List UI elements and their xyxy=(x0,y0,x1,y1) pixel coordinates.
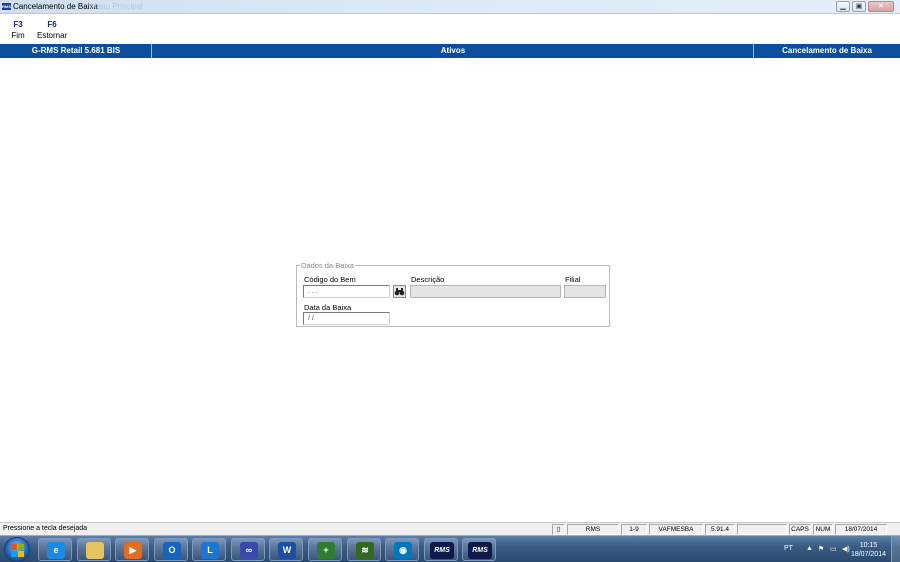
clock-time: 10:15 xyxy=(859,542,878,549)
app-green-stack-icon: ≋ xyxy=(356,542,374,559)
language-indicator[interactable]: PT xyxy=(784,545,793,552)
taskbar-media-player-button[interactable]: ▶ xyxy=(115,538,149,561)
close-button[interactable]: ✕ xyxy=(868,1,894,12)
status-panel-system: RMS xyxy=(567,524,619,535)
status-panel-caps: CAPS xyxy=(789,524,811,535)
taskbar-internet-explorer-button[interactable]: e xyxy=(38,538,72,561)
taskbar-rms-1-button[interactable]: RMS xyxy=(424,538,458,561)
file-explorer-icon xyxy=(86,542,104,559)
taskbar-file-explorer-button[interactable] xyxy=(77,538,111,561)
restore-button[interactable]: ▣ xyxy=(852,1,866,12)
outlook-icon: O xyxy=(163,542,181,559)
binoculars-icon xyxy=(394,288,405,296)
data-da-baixa-input[interactable]: / / xyxy=(303,312,390,325)
codigo-label: Código do Bem xyxy=(304,275,356,284)
module-name: Ativos xyxy=(440,46,466,55)
internet-explorer-icon: e xyxy=(47,542,65,559)
app-globe-icon: ◉ xyxy=(394,542,412,559)
filial-label: Filial xyxy=(565,275,581,284)
windows-logo-icon xyxy=(11,544,24,557)
background-window-title: Menu Principal xyxy=(90,2,143,11)
system-version: G-RMS Retail 5.681 BIS xyxy=(31,46,121,55)
group-title: Dados da Baixa xyxy=(300,261,355,270)
fkey-label: Estornar xyxy=(37,31,68,40)
taskbar-app-green-plus-button[interactable]: + xyxy=(308,538,342,561)
window-title-bar[interactable]: RMS Cancelamento de Baixa Menu Principal… xyxy=(0,0,900,14)
media-player-icon: ▶ xyxy=(124,542,142,559)
tray-expand-icon[interactable]: ▲ xyxy=(806,545,813,552)
taskbar-word-button[interactable]: W xyxy=(269,538,303,561)
app-green-plus-icon: + xyxy=(317,542,335,559)
lookup-button[interactable] xyxy=(393,285,406,298)
lync-icon: L xyxy=(201,542,219,559)
app-blue-circles-icon: ∞ xyxy=(240,542,258,559)
taskbar-app-blue-circles-button[interactable]: ∞ xyxy=(231,538,265,561)
status-panel-date: 18/07/2014 xyxy=(835,524,887,535)
show-desktop-button[interactable] xyxy=(891,536,900,562)
status-panel-version: 5.91.4 xyxy=(705,524,735,535)
dados-da-baixa-group: Dados da Baixa Código do Bem . . . Descr… xyxy=(296,261,610,327)
fkey-code: F3 xyxy=(13,20,23,29)
minimize-icon: ▁ xyxy=(840,3,846,10)
fkey-fim-button[interactable]: F3 Fim xyxy=(9,20,27,40)
app-logo-icon: RMS xyxy=(2,3,11,10)
windows-taskbar: e ▶ O L ∞ W + ≋ ◉ RMS RMS PT ▲ ⚑ ▭ ◀) 10:15 18/07/… xyxy=(0,535,900,562)
close-icon: ✕ xyxy=(878,3,884,10)
status-panel-empty xyxy=(737,524,787,535)
descricao-label: Descrição xyxy=(411,275,445,284)
filial-field xyxy=(564,285,606,298)
start-button[interactable] xyxy=(4,537,30,562)
status-panel-user: VAFMESBA xyxy=(649,524,703,535)
volume-icon[interactable]: ◀) xyxy=(842,545,850,553)
taskbar-rms-2-button[interactable]: RMS xyxy=(462,538,496,561)
fkey-code: F6 xyxy=(47,20,57,29)
taskbar-app-green-stack-button[interactable]: ≋ xyxy=(347,538,381,561)
minimize-button[interactable]: ▁ xyxy=(836,1,850,12)
data-baixa-label: Data da Baixa xyxy=(304,303,352,312)
word-icon: W xyxy=(278,542,296,559)
taskbar-outlook-button[interactable]: O xyxy=(154,538,188,561)
action-center-icon[interactable]: ⚑ xyxy=(818,545,824,553)
rms-1-icon: RMS xyxy=(430,542,454,559)
taskbar-lync-button[interactable]: L xyxy=(192,538,226,561)
status-message: Pressione a tecla desejada xyxy=(3,525,88,532)
clock[interactable]: 10:15 18/07/2014 xyxy=(851,541,886,559)
system-tray: PT ▲ ⚑ ▭ ◀) 10:15 18/07/2014 xyxy=(760,536,900,562)
codigo-do-bem-input[interactable]: . . . xyxy=(303,285,390,298)
fkey-label: Fim xyxy=(11,31,25,40)
function-key-toolbar: F3 Fim F6 Estornar xyxy=(0,15,900,43)
network-icon[interactable]: ▭ xyxy=(830,545,837,553)
taskbar-app-globe-button[interactable]: ◉ xyxy=(385,538,419,561)
rms-2-icon: RMS xyxy=(468,542,492,559)
descricao-field xyxy=(410,285,561,298)
restore-icon: ▣ xyxy=(855,3,863,10)
window-controls: ▁ ▣ ✕ xyxy=(836,1,894,12)
header-band: G-RMS Retail 5.681 BIS Ativos Cancelamen… xyxy=(0,44,900,58)
fkey-estornar-button[interactable]: F6 Estornar xyxy=(37,20,67,40)
status-bar: Pressione a tecla desejada ▯ RMS 1-9 VAF… xyxy=(0,522,900,535)
window-title: Cancelamento de Baixa xyxy=(13,2,98,11)
clock-date: 18/07/2014 xyxy=(850,551,886,558)
status-panel-range: 1-9 xyxy=(621,524,647,535)
document-icon: ▯ xyxy=(552,524,565,535)
screen-name: Cancelamento de Baixa xyxy=(782,46,872,55)
status-panel-num: NUM xyxy=(813,524,833,535)
